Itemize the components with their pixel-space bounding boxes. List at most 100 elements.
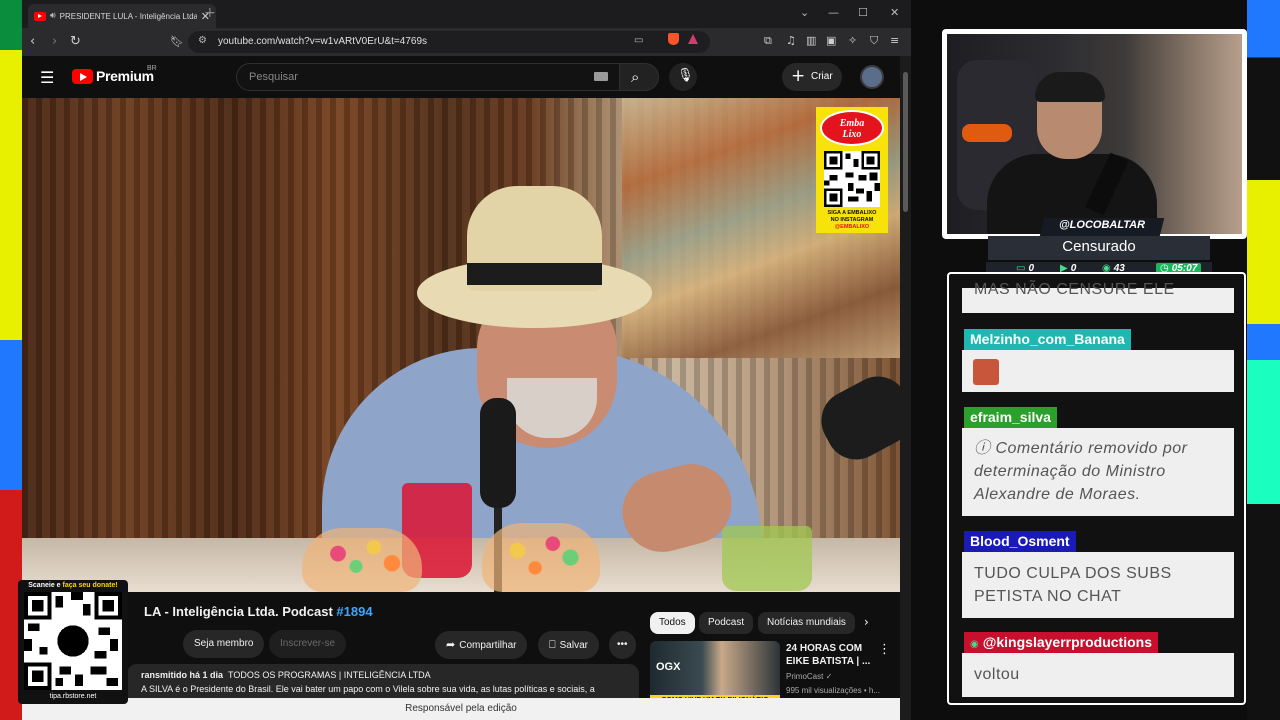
webcam-frame	[942, 29, 1247, 239]
video-player[interactable]: Emba Lixo SIGA A EMBALIXO NO INSTAGRAM @…	[22, 98, 900, 592]
chat-username[interactable]: Blood_Osment	[964, 531, 1076, 552]
tab-youtube[interactable]: 🔊︎ PRESIDENTE LULA - Inteligência Ltda ✕	[28, 4, 216, 28]
chat-message-text: determinação do Ministro	[974, 463, 1166, 480]
video-microphone	[480, 398, 516, 508]
leo-icon[interactable]: ✧	[848, 34, 857, 47]
save-button[interactable]: ⎕ Salvar	[538, 631, 599, 659]
recommended-title[interactable]: 24 HORAS COM EIKE BATISTA | ...	[786, 642, 874, 668]
youtube-logo-icon[interactable]	[72, 69, 93, 84]
minimize-icon[interactable]: —	[828, 6, 839, 19]
streamer-handle: @LOCOBALTAR	[1058, 219, 1146, 231]
bg-stripe-right	[1247, 0, 1280, 720]
sponsor-overlay: Emba Lixo SIGA A EMBALIXO NO INSTAGRAM @…	[816, 107, 888, 233]
recommended-channel-name: PrimoCast	[786, 672, 824, 681]
more-actions-button[interactable]: •••	[609, 631, 636, 659]
chip-podcast[interactable]: Podcast	[699, 612, 754, 634]
logo-text[interactable]: Premium	[96, 68, 154, 84]
scrollbar-thumb[interactable]	[903, 72, 908, 212]
chip-todos[interactable]: Todos	[650, 612, 695, 634]
recommended-channel[interactable]: PrimoCast ✓	[786, 672, 832, 681]
emote-icon	[973, 359, 999, 385]
sidebar-icon[interactable]: ▥	[806, 34, 816, 47]
vpn-icon[interactable]: ⛉	[870, 34, 878, 48]
maximize-icon[interactable]: ☐	[858, 6, 868, 19]
description-text: A SILVA é o Presidente do Brasil. Ele va…	[141, 684, 595, 694]
youtube-page: ☰ Premium BR Pesquisar ⌕ 🎙︎ + Criar Emba…	[22, 56, 900, 720]
share-label: Compartilhar	[459, 640, 517, 651]
close-window-icon[interactable]: ✕	[890, 6, 899, 19]
donate-qr-code	[24, 592, 122, 690]
page-scrollbar[interactable]	[900, 56, 911, 720]
description-meta: ransmitido há 1 dia TODOS OS PROGRAMAS |…	[141, 670, 625, 680]
speaker-icon[interactable]: 🔊︎	[50, 11, 56, 21]
more-vertical-icon[interactable]: ⋮	[878, 642, 891, 657]
microphone-icon: 🎙︎	[677, 68, 694, 83]
sponsor-brand-line1: Emba	[839, 118, 865, 129]
chat-username[interactable]: ◉ @kingslayerrproductions	[964, 632, 1158, 653]
episode-hashtag[interactable]: #1894	[336, 604, 372, 619]
search-button[interactable]: ⌕	[619, 63, 659, 91]
stream-title: Censurado	[1062, 238, 1136, 255]
bg-stripe-green-left	[0, 0, 22, 50]
webcam-light	[962, 124, 1012, 142]
webcam-feed	[947, 34, 1242, 234]
brave-rewards-icon[interactable]	[688, 34, 698, 44]
sponsor-handle: @EMBALIXO	[834, 224, 870, 230]
chip-noticias-mundiais[interactable]: Notícias mundiais	[758, 612, 855, 634]
brave-shields-icon[interactable]	[668, 33, 679, 45]
chat-message-text: MAS NÃO CENSURE ELE	[974, 281, 1175, 298]
chat-message-text: PETISTA NO CHAT	[974, 588, 1122, 605]
chat-message-text: Alexandre de Moraes.	[974, 486, 1141, 503]
extensions-icon[interactable]: ⧉	[764, 34, 772, 48]
create-button[interactable]: + Criar	[782, 63, 842, 91]
video-title: LA - Inteligência Ltda. Podcast #1894	[144, 604, 373, 619]
keyboard-icon[interactable]	[594, 72, 608, 81]
site-settings-icon[interactable]: ⚙	[198, 35, 207, 46]
verified-icon: ✓	[825, 672, 833, 681]
stream-date: ransmitido há 1 dia	[141, 670, 224, 680]
join-button[interactable]: Seja membro	[183, 630, 265, 658]
tab-title: PRESIDENTE LULA - Inteligência Ltda	[59, 11, 197, 21]
chat-message-body: MAS NÃO CENSURE ELE	[962, 281, 1234, 313]
chat-message-body: TUDO CULPA DOS SUBS PETISTA NO CHAT	[962, 552, 1234, 618]
plus-icon: +	[791, 66, 806, 86]
chat-username[interactable]: Melzinho_com_Banana	[964, 329, 1131, 350]
hamburger-menu-icon[interactable]: ☰	[40, 68, 54, 87]
address-bar: ‹ › ↻ 🔖︎ ⚙ youtube.com/watch?v=w1vARtV0E…	[22, 28, 911, 56]
tab-list-chevron-icon[interactable]: ⌄	[800, 6, 809, 19]
share-button[interactable]: ➦ Compartilhar	[435, 631, 528, 659]
chat-message-body: ⓘ Comentário removido por determinação d…	[962, 428, 1234, 516]
video-title-text: LA - Inteligência Ltda. Podcast	[144, 604, 333, 619]
avatar[interactable]	[860, 65, 884, 89]
sponsor-qr-code	[824, 151, 880, 207]
donate-qr-panel: Scaneie e faça seu donate! tipa.rbstore.…	[18, 580, 128, 704]
sponsor-logo: Emba Lixo	[820, 110, 884, 146]
reload-icon[interactable]: ↻	[70, 34, 81, 49]
wallet-icon[interactable]: ▣	[826, 34, 836, 47]
new-tab-icon[interactable]: +	[204, 5, 216, 21]
recommended-views: 995 mil visualizações • h...	[786, 686, 880, 695]
search-icon: ⌕	[631, 68, 640, 86]
music-icon[interactable]: ♫	[786, 34, 796, 47]
subscribe-button[interactable]: Inscrever-se	[269, 630, 347, 658]
sponsor-caption-line1: SIGA A EMBALIXO	[827, 210, 877, 216]
chevron-right-icon[interactable]: ›	[864, 615, 869, 629]
join-label: Seja membro	[194, 638, 254, 649]
youtube-badge-icon: ◉	[970, 639, 979, 650]
cast-icon[interactable]: ▭	[634, 35, 643, 46]
search-input[interactable]: Pesquisar	[236, 63, 620, 91]
forward-icon[interactable]: ›	[52, 34, 57, 49]
chat-message-body: voltou	[962, 653, 1234, 697]
video-hat-band	[467, 263, 602, 285]
youtube-favicon-icon	[34, 11, 46, 21]
share-icon: ➦	[446, 638, 456, 651]
url-field[interactable]: ⚙ youtube.com/watch?v=w1vARtV0ErU&t=4769…	[188, 31, 710, 53]
sponsor-brand-line2: Lixo	[842, 129, 862, 140]
bookmark-icon[interactable]: 🔖︎	[170, 35, 184, 48]
region-code: BR	[147, 65, 157, 72]
donate-url: tipa.rbstore.net	[49, 693, 97, 700]
voice-search-button[interactable]: 🎙︎	[669, 63, 697, 91]
menu-icon[interactable]: ≡	[890, 34, 899, 47]
chat-username[interactable]: efraim_silva	[964, 407, 1057, 428]
back-icon[interactable]: ‹	[30, 34, 35, 49]
